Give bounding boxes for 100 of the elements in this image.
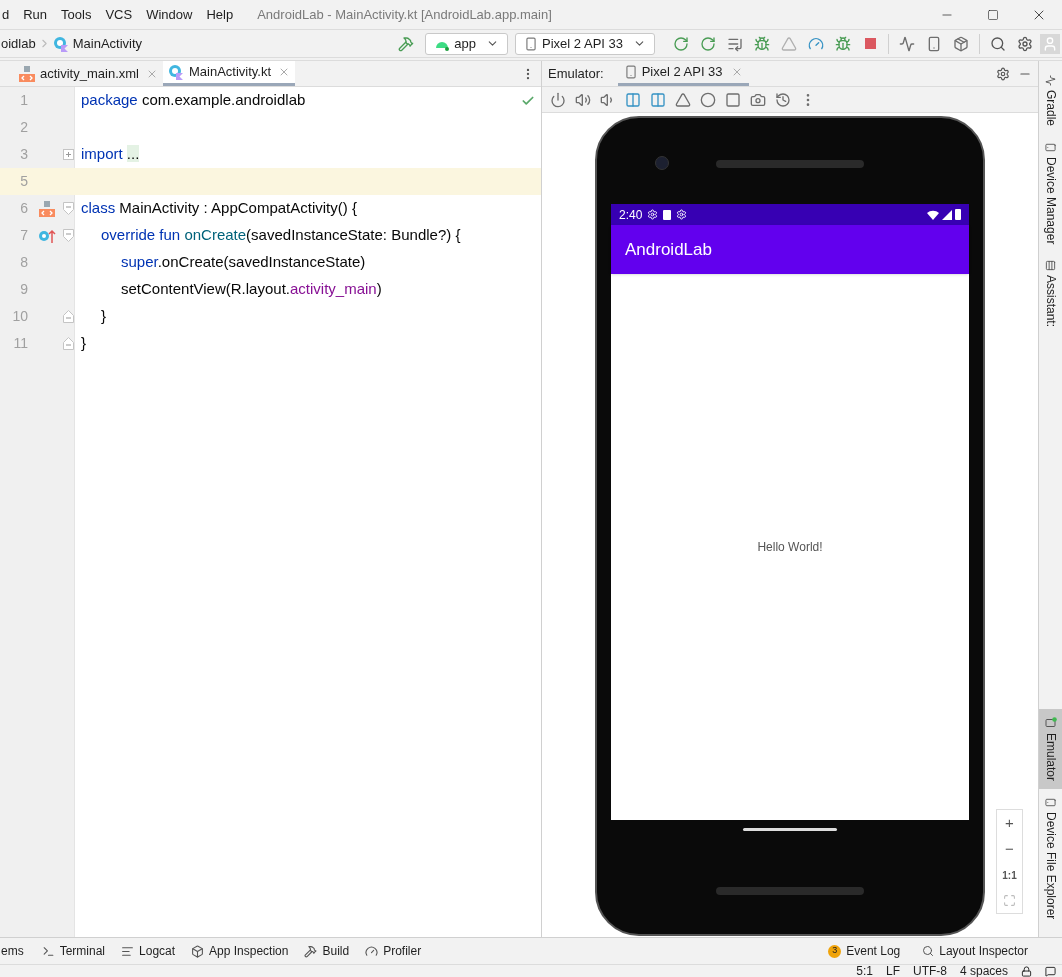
status-item[interactable]: LF <box>885 965 900 977</box>
event-log-button[interactable]: 3 Event Log <box>828 942 901 960</box>
device-dropdown[interactable]: Pixel 2 API 33 <box>515 32 655 55</box>
gear-icon <box>676 209 688 220</box>
code-line: class MainActivity : AppCompatActivity() { <box>81 198 357 219</box>
emulator-device-icon <box>1044 716 1057 729</box>
fold-collapse-icon[interactable] <box>63 202 74 215</box>
search-icon[interactable] <box>990 35 1006 52</box>
status-item[interactable]: 4 spaces <box>959 965 1008 977</box>
cube-icon <box>191 944 205 958</box>
device-tab[interactable]: Pixel 2 API 33 <box>617 61 749 86</box>
tool-window-button[interactable]: ems <box>1 942 24 960</box>
code-line: setContentView(R.layout.activity_main) <box>120 279 382 300</box>
fold-end-icon[interactable] <box>63 337 74 350</box>
side-tool-tab[interactable]: Gradle <box>1039 67 1062 135</box>
camera-lens <box>655 156 669 170</box>
code-line: package com.example.androidlab <box>81 90 306 111</box>
side-tool-tab[interactable]: Device File Explorer <box>1039 788 1062 927</box>
notification-badge: 3 <box>828 944 842 958</box>
maximize-icon[interactable] <box>987 8 999 21</box>
status-item[interactable]: 5:1 <box>856 965 873 977</box>
camera-icon[interactable] <box>750 91 766 108</box>
line-number: 7 <box>19 226 28 245</box>
menu-item[interactable]: VCS <box>103 4 135 25</box>
device-icon[interactable] <box>926 35 942 52</box>
side-tool-tab[interactable]: Device Manager <box>1039 134 1062 253</box>
line-number: 11 <box>12 334 28 353</box>
code-line: super.onCreate(savedInstanceState) <box>120 252 366 273</box>
window-title: AndroidLab - MainActivity.kt [AndroidLab.app.main] <box>257 5 552 24</box>
tool-window-button[interactable]: Profiler <box>365 942 422 960</box>
run-config-dropdown[interactable]: app <box>425 32 509 55</box>
side-tool-tab[interactable]: Assistant: <box>1039 252 1062 336</box>
fold-expand-icon[interactable] <box>63 149 74 160</box>
editor-tab[interactable]: activity_main.xml <box>14 61 163 86</box>
line-number: 3 <box>19 145 28 164</box>
code-line: } <box>100 306 106 327</box>
terminal-icon <box>41 944 55 958</box>
line-number: 8 <box>19 253 28 272</box>
gauge-icon[interactable] <box>808 35 824 52</box>
stop-icon[interactable] <box>864 38 876 49</box>
tool-window-button[interactable]: Terminal <box>41 942 106 960</box>
fold-end-icon[interactable] <box>63 310 74 323</box>
layout-file-icon <box>19 65 35 82</box>
menu-item[interactable]: Window <box>144 4 195 25</box>
line-number: 2 <box>19 118 28 137</box>
device-icon <box>1045 796 1056 808</box>
fit-screen-icon[interactable] <box>1003 894 1016 907</box>
fold-collapse-icon[interactable] <box>63 229 74 242</box>
apply-changes-icon[interactable] <box>700 35 716 52</box>
menu-item[interactable]: d <box>0 4 12 25</box>
signal-icon <box>942 209 952 220</box>
layout-inspector-button[interactable]: Layout Inspector <box>922 942 1028 960</box>
tool-window-button[interactable]: Build <box>304 942 350 960</box>
side-tool-tab[interactable]: Emulator <box>1039 708 1062 789</box>
hammer-icon[interactable] <box>398 35 415 52</box>
line-number: 6 <box>19 199 28 218</box>
history-icon[interactable] <box>775 91 791 108</box>
settings-icon[interactable] <box>996 66 1010 81</box>
status-item[interactable]: UTF-8 <box>912 965 947 977</box>
tool-window-button[interactable]: Logcat <box>121 942 176 960</box>
layout-file-icon[interactable] <box>39 200 55 217</box>
device-icon <box>524 36 539 51</box>
menu-item[interactable]: Tools <box>59 4 94 25</box>
code-line: override fun onCreate(savedInstanceState: Bundle?) { <box>100 225 461 246</box>
lock-icon[interactable] <box>1021 965 1032 977</box>
bug-icon[interactable] <box>835 35 851 52</box>
notifications-icon[interactable] <box>1045 965 1056 977</box>
package-icon[interactable] <box>953 35 969 52</box>
breadcrumb-item[interactable]: MainActivity <box>72 33 143 54</box>
bug-icon[interactable] <box>754 35 770 52</box>
line-number: 9 <box>19 280 28 299</box>
rerun-icon[interactable] <box>673 35 689 52</box>
gauge-icon <box>365 944 379 958</box>
volume-up-icon[interactable] <box>575 91 591 108</box>
home-icon[interactable] <box>700 91 716 108</box>
menu-item[interactable]: Run <box>21 4 50 25</box>
hammer-icon <box>304 944 318 958</box>
zoom-button[interactable]: + <box>997 810 1022 836</box>
wifi-icon <box>927 209 939 220</box>
overview-icon[interactable] <box>725 91 741 108</box>
status-time: 2:40 <box>619 206 643 224</box>
device-icon <box>1045 142 1056 154</box>
power-icon[interactable] <box>550 91 566 108</box>
person-icon <box>1042 35 1058 52</box>
line-number: 10 <box>11 307 28 326</box>
editor-tab[interactable]: MainActivity.kt <box>162 61 296 86</box>
code-line: import ... <box>81 144 140 165</box>
app-title: AndroidLab <box>625 238 712 261</box>
tool-window-button[interactable]: App Inspection <box>191 942 289 960</box>
zoom-button[interactable]: − <box>997 836 1022 862</box>
lines-icon <box>121 944 135 958</box>
zoom-button[interactable]: 1:1 <box>997 862 1022 888</box>
settings-icon[interactable] <box>1017 35 1033 52</box>
menu-item[interactable]: Help <box>204 4 236 25</box>
line-number: 5 <box>19 172 28 191</box>
breadcrumb-item[interactable]: oidlab <box>1 33 36 54</box>
override-marker-icon[interactable] <box>38 227 56 244</box>
line-number: 1 <box>19 91 28 110</box>
kotlin-class-icon <box>52 35 69 52</box>
gear-icon <box>647 209 659 220</box>
